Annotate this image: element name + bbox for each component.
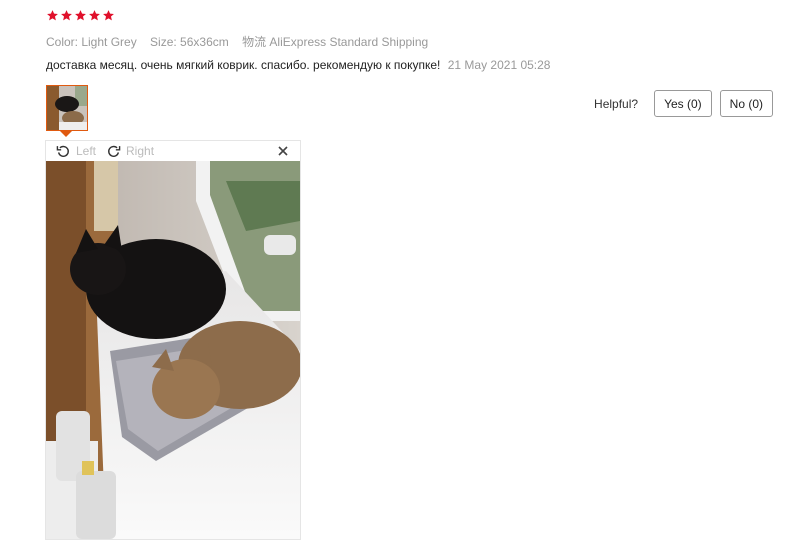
review-photo-large [46,161,300,539]
star-icon [103,10,114,21]
rotate-right-label: Right [126,144,155,158]
rotate-right-icon [108,145,121,157]
rotate-right-button[interactable]: Right [106,144,154,159]
product-color: Color: Light Grey [46,35,137,49]
shipping-method: 物流 AliExpress Standard Shipping [242,35,429,49]
helpful-vote: Helpful? Yes (0) No (0) [594,90,773,117]
photo-viewer: Left Right [45,140,301,540]
star-icon [89,10,100,21]
cats-on-windowsill-photo [46,161,300,539]
cat-photo-thumbnail [47,86,87,130]
close-icon[interactable] [276,144,290,158]
helpful-yes-button[interactable]: Yes (0) [654,90,712,117]
review-text: доставка месяц. очень мягкий коврик. спа… [46,58,441,72]
review-meta: Color: Light Grey Size: 56x36cm 物流 AliEx… [46,33,438,50]
review-photo-thumbnail[interactable] [46,85,88,131]
helpful-label: Helpful? [594,96,639,111]
review-item: Color: Light Grey Size: 56x36cm 物流 AliEx… [0,0,800,554]
review-body: доставка месяц. очень мягкий коврик. спа… [46,58,550,72]
rotate-left-label: Left [76,144,97,158]
helpful-no-button[interactable]: No (0) [719,90,773,117]
thumbnail-pointer [60,131,72,137]
rotate-left-button[interactable]: Left [56,144,96,159]
star-icon [75,10,86,21]
photo-viewer-toolbar: Left Right [46,141,300,161]
rotate-left-icon [56,145,69,157]
star-icon [47,10,58,21]
star-icon [61,10,72,21]
product-size: Size: 56x36cm [150,35,229,49]
star-rating [46,9,115,22]
review-date: 21 May 2021 05:28 [447,58,551,72]
